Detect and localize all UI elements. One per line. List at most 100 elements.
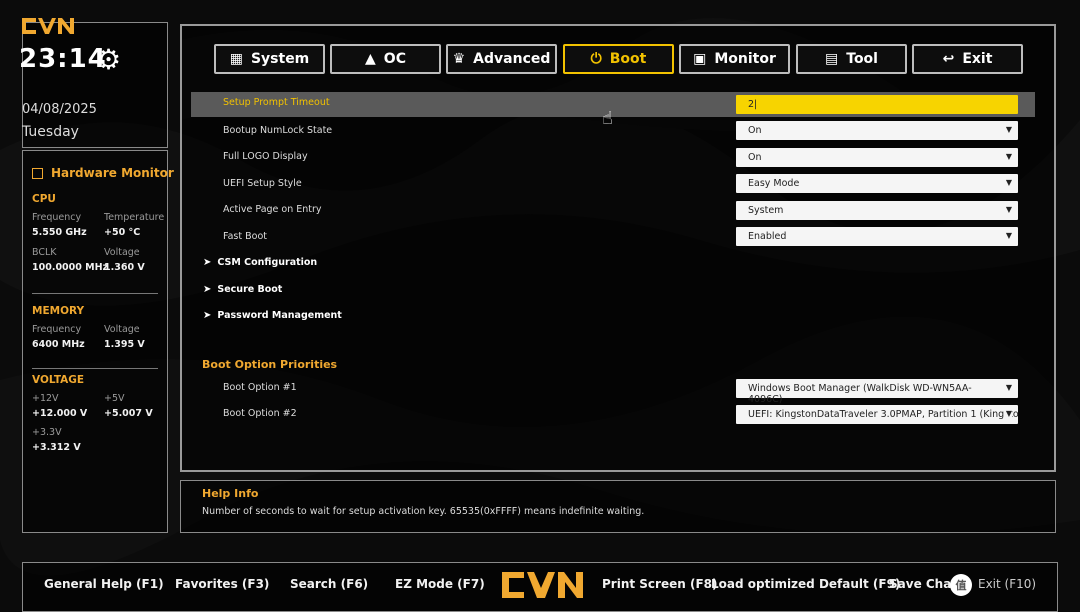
- tab-system[interactable]: ▦ System: [214, 44, 325, 74]
- boot-option-2-label: Boot Option #2: [223, 408, 297, 419]
- dropdown-arrow-icon: ▼: [1005, 178, 1012, 187]
- submenu-password-management[interactable]: ➤ Password Management: [203, 310, 342, 321]
- submenu-label: Password Management: [217, 310, 342, 321]
- divider: [32, 293, 158, 294]
- active-page-value: System: [748, 205, 784, 216]
- print-screen-button[interactable]: Print Screen (F8): [602, 577, 717, 591]
- favorites-button[interactable]: Favorites (F3): [175, 577, 269, 591]
- fast-boot-select[interactable]: Enabled ▼: [736, 227, 1018, 246]
- cpu-voltage-value: 1.360 V: [104, 262, 145, 273]
- boot-option-2-value: UEFI: KingstonDataTraveler 3.0PMAP, Part…: [748, 409, 1018, 420]
- tab-label: Exit: [962, 51, 993, 67]
- full-logo-value: On: [748, 152, 762, 163]
- back-arrow-icon: ↩: [942, 51, 955, 67]
- cvn-footer-logo: [502, 572, 583, 598]
- v33-value: +3.312 V: [32, 442, 81, 453]
- dropdown-arrow-icon: ▼: [1005, 205, 1012, 214]
- dropdown-arrow-icon: ▼: [1005, 231, 1012, 240]
- boot-priorities-title: Boot Option Priorities: [202, 358, 338, 371]
- fast-boot-label: Fast Boot: [223, 231, 267, 242]
- chevron-right-icon: ➤: [203, 257, 212, 268]
- chip-icon: [32, 168, 43, 179]
- submenu-label: Secure Boot: [217, 284, 283, 295]
- memory-voltage-label: Voltage: [104, 324, 140, 335]
- search-button[interactable]: Search (F6): [290, 577, 368, 591]
- memory-voltage-value: 1.395 V: [104, 339, 145, 350]
- boot-option-2-select[interactable]: UEFI: KingstonDataTraveler 3.0PMAP, Part…: [736, 405, 1018, 424]
- cpu-section-title: CPU: [32, 193, 56, 205]
- memory-section-title: MEMORY: [32, 305, 85, 317]
- hardware-monitor-label: Hardware Monitor: [51, 166, 174, 180]
- active-page-label: Active Page on Entry: [223, 204, 322, 215]
- cpu-frequency-value: 5.550 GHz: [32, 227, 87, 238]
- dropdown-arrow-icon: ▼: [1003, 409, 1012, 418]
- v33-label: +3.3V: [32, 427, 62, 438]
- chevron-right-icon: ➤: [203, 310, 212, 321]
- bootup-numlock-label: Bootup NumLock State: [223, 125, 333, 136]
- tab-label: Tool: [846, 51, 878, 67]
- load-optimized-default-button[interactable]: Load optimized Default (F9): [711, 577, 900, 591]
- bootup-numlock-value: On: [748, 125, 762, 136]
- tab-monitor[interactable]: ▣ Monitor: [679, 44, 790, 74]
- bootup-numlock-select[interactable]: On ▼: [736, 121, 1018, 140]
- tab-label: Boot: [609, 51, 647, 67]
- tab-label: Monitor: [714, 51, 776, 67]
- full-logo-label: Full LOGO Display: [223, 151, 308, 162]
- tab-label: System: [250, 51, 310, 67]
- cpu-temperature-value: +50 °C: [104, 227, 141, 238]
- help-title: Help Info: [202, 487, 259, 500]
- cvn-logo: [22, 18, 74, 34]
- v5-label: +5V: [104, 393, 125, 404]
- fast-boot-value: Enabled: [748, 231, 787, 242]
- monitor-icon: ▣: [693, 51, 707, 67]
- tab-boot[interactable]: ⏻ Boot: [563, 44, 674, 74]
- tab-advanced[interactable]: ♛ Advanced: [446, 44, 557, 74]
- save-exit-tail: Exit (F10): [978, 577, 1037, 591]
- cpu-temperature-label: Temperature: [104, 212, 165, 223]
- full-logo-select[interactable]: On ▼: [736, 148, 1018, 167]
- v12-value: +12.000 V: [32, 408, 88, 419]
- clock-time: 23:14: [19, 44, 107, 74]
- dropdown-arrow-icon: ▼: [1005, 125, 1012, 134]
- uefi-setup-style-label: UEFI Setup Style: [223, 178, 302, 189]
- dropdown-arrow-icon: ▼: [1005, 152, 1012, 161]
- active-page-select[interactable]: System ▼: [736, 201, 1018, 220]
- submenu-label: CSM Configuration: [217, 257, 318, 268]
- watermark-badge-icon: 值: [950, 574, 972, 596]
- tab-tool[interactable]: ▤ Tool: [796, 44, 907, 74]
- boot-option-1-label: Boot Option #1: [223, 382, 297, 393]
- clock-date: 04/08/2025: [22, 102, 97, 117]
- crown-icon: ♛: [452, 51, 466, 67]
- memory-frequency-value: 6400 MHz: [32, 339, 85, 350]
- divider: [32, 368, 158, 369]
- mouse-pointer-icon: ☝: [602, 108, 613, 129]
- hardware-monitor-title: Hardware Monitor: [32, 166, 174, 180]
- setup-prompt-timeout-value: 2: [748, 99, 755, 110]
- boot-option-1-select[interactable]: Windows Boot Manager (WalkDisk WD-WN5AA-…: [736, 379, 1018, 405]
- grid-icon: ▦: [229, 51, 243, 67]
- uefi-setup-style-value: Easy Mode: [748, 178, 800, 189]
- chevron-right-icon: ➤: [203, 284, 212, 295]
- general-help-button[interactable]: General Help (F1): [44, 577, 164, 591]
- tab-label: Advanced: [473, 51, 551, 67]
- v5-value: +5.007 V: [104, 408, 153, 419]
- settings-gear-icon[interactable]: ⚙: [96, 46, 121, 74]
- ez-mode-button[interactable]: EZ Mode (F7): [395, 577, 485, 591]
- submenu-csm-configuration[interactable]: ➤ CSM Configuration: [203, 257, 317, 268]
- cpu-bclk-label: BCLK: [32, 247, 57, 258]
- tab-exit[interactable]: ↩ Exit: [912, 44, 1023, 74]
- voltage-section-title: VOLTAGE: [32, 374, 85, 386]
- memory-frequency-label: Frequency: [32, 324, 82, 335]
- toolbox-icon: ▤: [825, 51, 839, 67]
- tab-label: OC: [383, 51, 406, 67]
- submenu-secure-boot[interactable]: ➤ Secure Boot: [203, 284, 282, 295]
- cpu-voltage-label: Voltage: [104, 247, 140, 258]
- dropdown-arrow-icon: ▼: [1005, 383, 1012, 392]
- cpu-bclk-value: 100.0000 MHz: [32, 262, 109, 273]
- setup-prompt-timeout-label: Setup Prompt Timeout: [223, 97, 330, 108]
- rocket-icon: ▲: [365, 51, 376, 67]
- setup-prompt-timeout-input[interactable]: 2|: [736, 95, 1018, 114]
- uefi-setup-style-select[interactable]: Easy Mode ▼: [736, 174, 1018, 193]
- tab-oc[interactable]: ▲ OC: [330, 44, 441, 74]
- power-icon: ⏻: [590, 51, 602, 67]
